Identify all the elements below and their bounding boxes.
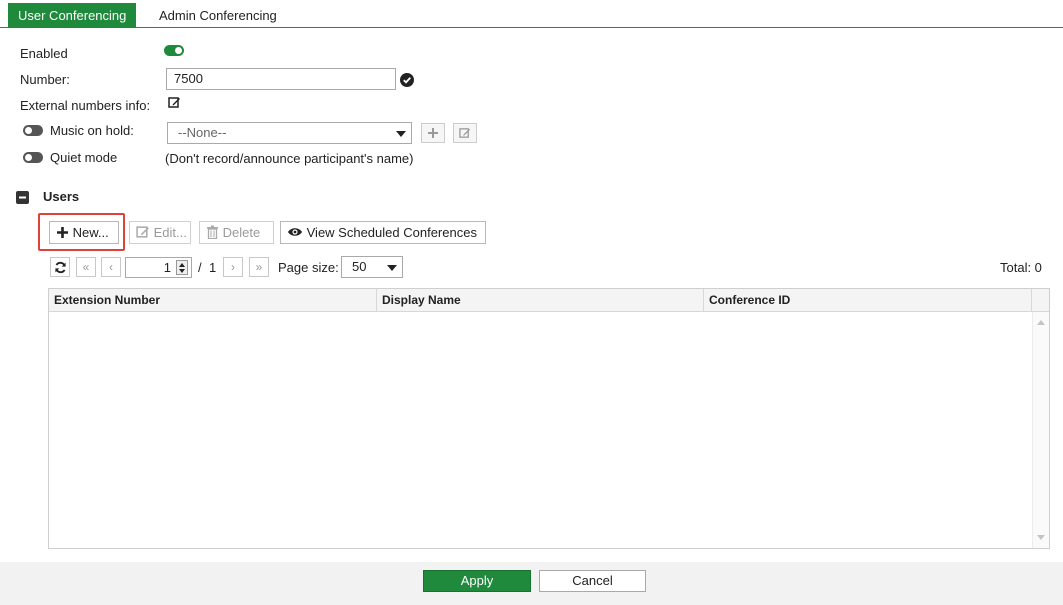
table-scrollbar[interactable]	[1032, 312, 1049, 548]
trash-icon	[207, 225, 218, 240]
eye-icon	[288, 228, 302, 236]
page-size-select[interactable]: 50	[341, 256, 403, 278]
delete-button[interactable]: Delete	[199, 221, 274, 244]
external-numbers-label: External numbers info:	[20, 98, 151, 113]
music-on-hold-select[interactable]: --None--	[167, 122, 412, 144]
number-label: Number:	[20, 72, 70, 87]
page-number-input[interactable]: 1	[125, 257, 192, 278]
chevron-down-icon	[396, 131, 406, 137]
refresh-icon	[54, 261, 66, 274]
edit-icon	[136, 226, 149, 238]
cancel-button[interactable]: Cancel	[539, 570, 646, 592]
enabled-label: Enabled	[20, 46, 68, 61]
edit-music-button[interactable]	[453, 123, 477, 143]
refresh-button[interactable]	[50, 257, 70, 277]
page-size-label: Page size:	[278, 260, 339, 275]
view-scheduled-conferences-button[interactable]: View Scheduled Conferences	[280, 221, 486, 244]
view-scheduled-label: View Scheduled Conferences	[306, 225, 477, 240]
column-conference-id[interactable]: Conference ID	[704, 289, 1032, 311]
edit-button[interactable]: Edit...	[129, 221, 191, 244]
page-number-value: 1	[163, 260, 171, 275]
add-music-button[interactable]	[421, 123, 445, 143]
scroll-up-icon[interactable]	[1037, 320, 1045, 325]
first-page-button[interactable]: «	[76, 257, 96, 277]
quiet-mode-toggle[interactable]	[23, 152, 43, 163]
column-extension-number[interactable]: Extension Number	[49, 289, 377, 311]
footer-bar	[0, 562, 1063, 605]
plus-icon	[57, 227, 68, 238]
page-separator: /	[198, 260, 202, 275]
page-spinner-icon[interactable]	[176, 260, 188, 275]
tab-admin-conferencing[interactable]: Admin Conferencing	[149, 3, 287, 28]
total-count: Total: 0	[1000, 260, 1042, 275]
music-on-hold-label: Music on hold:	[50, 123, 134, 138]
scroll-down-icon[interactable]	[1037, 535, 1045, 540]
delete-button-label: Delete	[222, 225, 261, 240]
quiet-mode-note: (Don't record/announce participant's nam…	[165, 151, 414, 166]
music-select-value: --None--	[178, 125, 227, 140]
last-page-button[interactable]: »	[249, 257, 269, 277]
tab-user-conferencing[interactable]: User Conferencing	[8, 3, 137, 28]
users-section-title: Users	[43, 189, 80, 204]
edit-button-label: Edit...	[153, 225, 187, 240]
new-button-label: New...	[72, 225, 109, 240]
previous-page-button[interactable]: ‹	[101, 257, 121, 277]
enabled-toggle[interactable]	[164, 45, 184, 56]
column-display-name[interactable]: Display Name	[377, 289, 704, 311]
number-field[interactable]: 7500	[166, 68, 396, 90]
page-size-value: 50	[352, 259, 367, 274]
tab-bar: User Conferencing Admin Conferencing	[0, 0, 1063, 28]
total-pages: 1	[209, 260, 217, 275]
next-page-button[interactable]: ›	[223, 257, 243, 277]
collapse-section-icon[interactable]	[16, 191, 29, 206]
edit-external-numbers-icon[interactable]	[168, 96, 181, 111]
chevron-down-icon	[387, 265, 397, 271]
quiet-mode-label: Quiet mode	[50, 150, 118, 165]
table-header: Extension Number Display Name Conference…	[49, 289, 1049, 312]
apply-button[interactable]: Apply	[423, 570, 531, 592]
new-button[interactable]: New...	[49, 221, 119, 244]
users-table: Extension Number Display Name Conference…	[48, 288, 1050, 549]
music-on-hold-toggle[interactable]	[23, 125, 43, 136]
check-circle-icon	[400, 73, 414, 89]
